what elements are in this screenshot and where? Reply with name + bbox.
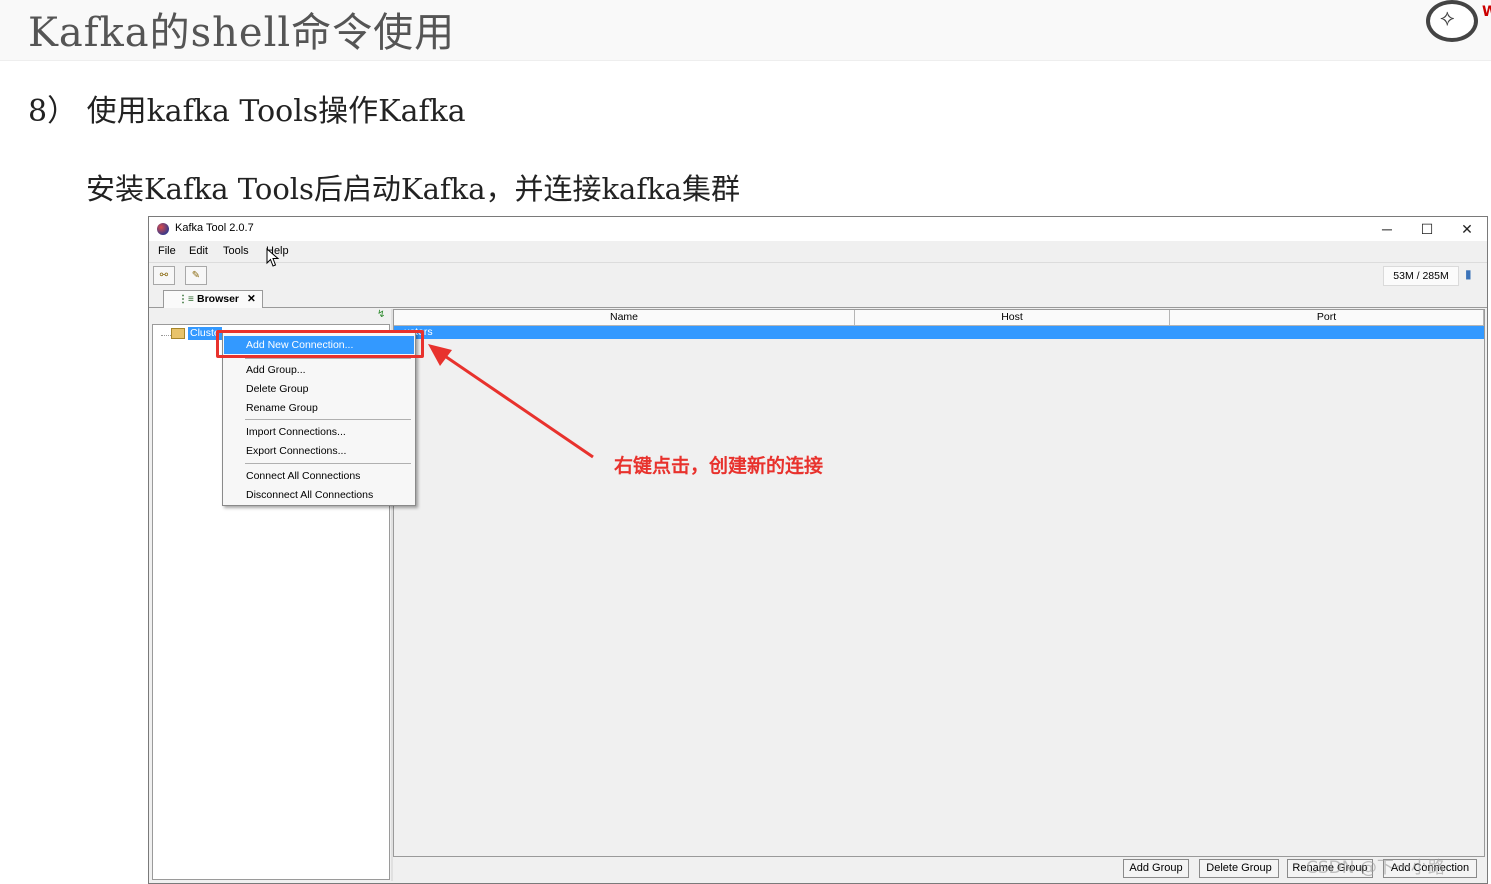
highlight-box	[216, 330, 424, 358]
annotation-text: 右键点击，创建新的连接	[614, 455, 824, 477]
column-header-port[interactable]: Port	[1170, 310, 1484, 326]
browser-tree-icon: ⋮≡	[178, 294, 194, 305]
toolbar: ⚯ ✎ 53M / 285M ▮	[149, 262, 1487, 289]
delete-group-button[interactable]: Delete Group	[1199, 859, 1279, 878]
menu-separator	[245, 463, 411, 464]
logo-text-fragment: W	[1482, 4, 1491, 20]
menu-item-connect-all[interactable]: Connect All Connections	[224, 467, 414, 485]
add-group-button[interactable]: Add Group	[1123, 859, 1189, 878]
refresh-icon[interactable]: ↯	[377, 309, 385, 320]
title-bar: Kafka Tool 2.0.7 ─ ☐ ✕	[149, 217, 1487, 241]
menu-item-disconnect-all[interactable]: Disconnect All Connections	[224, 486, 414, 504]
menu-separator	[245, 358, 411, 359]
menu-edit[interactable]: Edit	[189, 245, 208, 257]
tab-strip: ⋮≡ Browser ✕	[149, 289, 1487, 308]
slide-description: 安装Kafka Tools后启动Kafka，并连接kafka集群	[86, 172, 740, 206]
menu-bar: File Edit Tools Help	[149, 241, 1487, 261]
mouse-cursor-icon	[266, 248, 280, 267]
watermark: CSDN @下一小路	[1306, 858, 1445, 878]
edit-icon: ✎	[191, 270, 201, 281]
memory-usage: 53M / 285M	[1383, 266, 1459, 286]
column-header-host[interactable]: Host	[855, 310, 1170, 326]
table-row[interactable]: usters	[394, 326, 1484, 339]
column-header-name[interactable]: Name	[394, 310, 855, 326]
menu-file[interactable]: File	[158, 245, 176, 257]
close-button[interactable]: ✕	[1447, 219, 1487, 239]
plug-icon: ⚯	[159, 270, 169, 281]
menu-tools[interactable]: Tools	[223, 245, 249, 257]
edit-tool-button[interactable]: ✎	[185, 266, 207, 285]
minimize-button[interactable]: ─	[1367, 219, 1407, 239]
tab-browser-label: Browser	[197, 293, 240, 305]
connections-table: Name Host Port usters	[393, 309, 1485, 857]
logo-icon: ⟡	[1426, 0, 1478, 42]
tab-browser[interactable]: ⋮≡ Browser ✕	[163, 290, 263, 308]
menu-item-add-group[interactable]: Add Group...	[224, 361, 414, 379]
slide-title: Kafka的shell命令使用	[28, 10, 456, 56]
window-title: Kafka Tool 2.0.7	[175, 222, 254, 234]
menu-item-delete-group[interactable]: Delete Group	[224, 380, 414, 398]
menu-item-export-connections[interactable]: Export Connections...	[224, 442, 414, 460]
menu-separator	[245, 419, 411, 420]
tree-toolbar: ↯	[151, 309, 391, 323]
slide-header: Kafka的shell命令使用 ⟡ W	[0, 0, 1491, 61]
close-icon[interactable]: ✕	[247, 291, 256, 307]
kafka-tool-window: Kafka Tool 2.0.7 ─ ☐ ✕ File Edit Tools H…	[148, 216, 1488, 884]
slide-subtitle: 8） 使用kafka Tools操作Kafka	[28, 94, 466, 129]
trash-icon[interactable]: ▮	[1465, 268, 1475, 281]
folder-icon	[171, 328, 185, 339]
maximize-button[interactable]: ☐	[1407, 219, 1447, 239]
menu-item-import-connections[interactable]: Import Connections...	[224, 423, 414, 441]
add-connection-tool-button[interactable]: ⚯	[153, 266, 175, 285]
menu-item-rename-group[interactable]: Rename Group	[224, 399, 414, 417]
app-icon	[157, 223, 169, 235]
